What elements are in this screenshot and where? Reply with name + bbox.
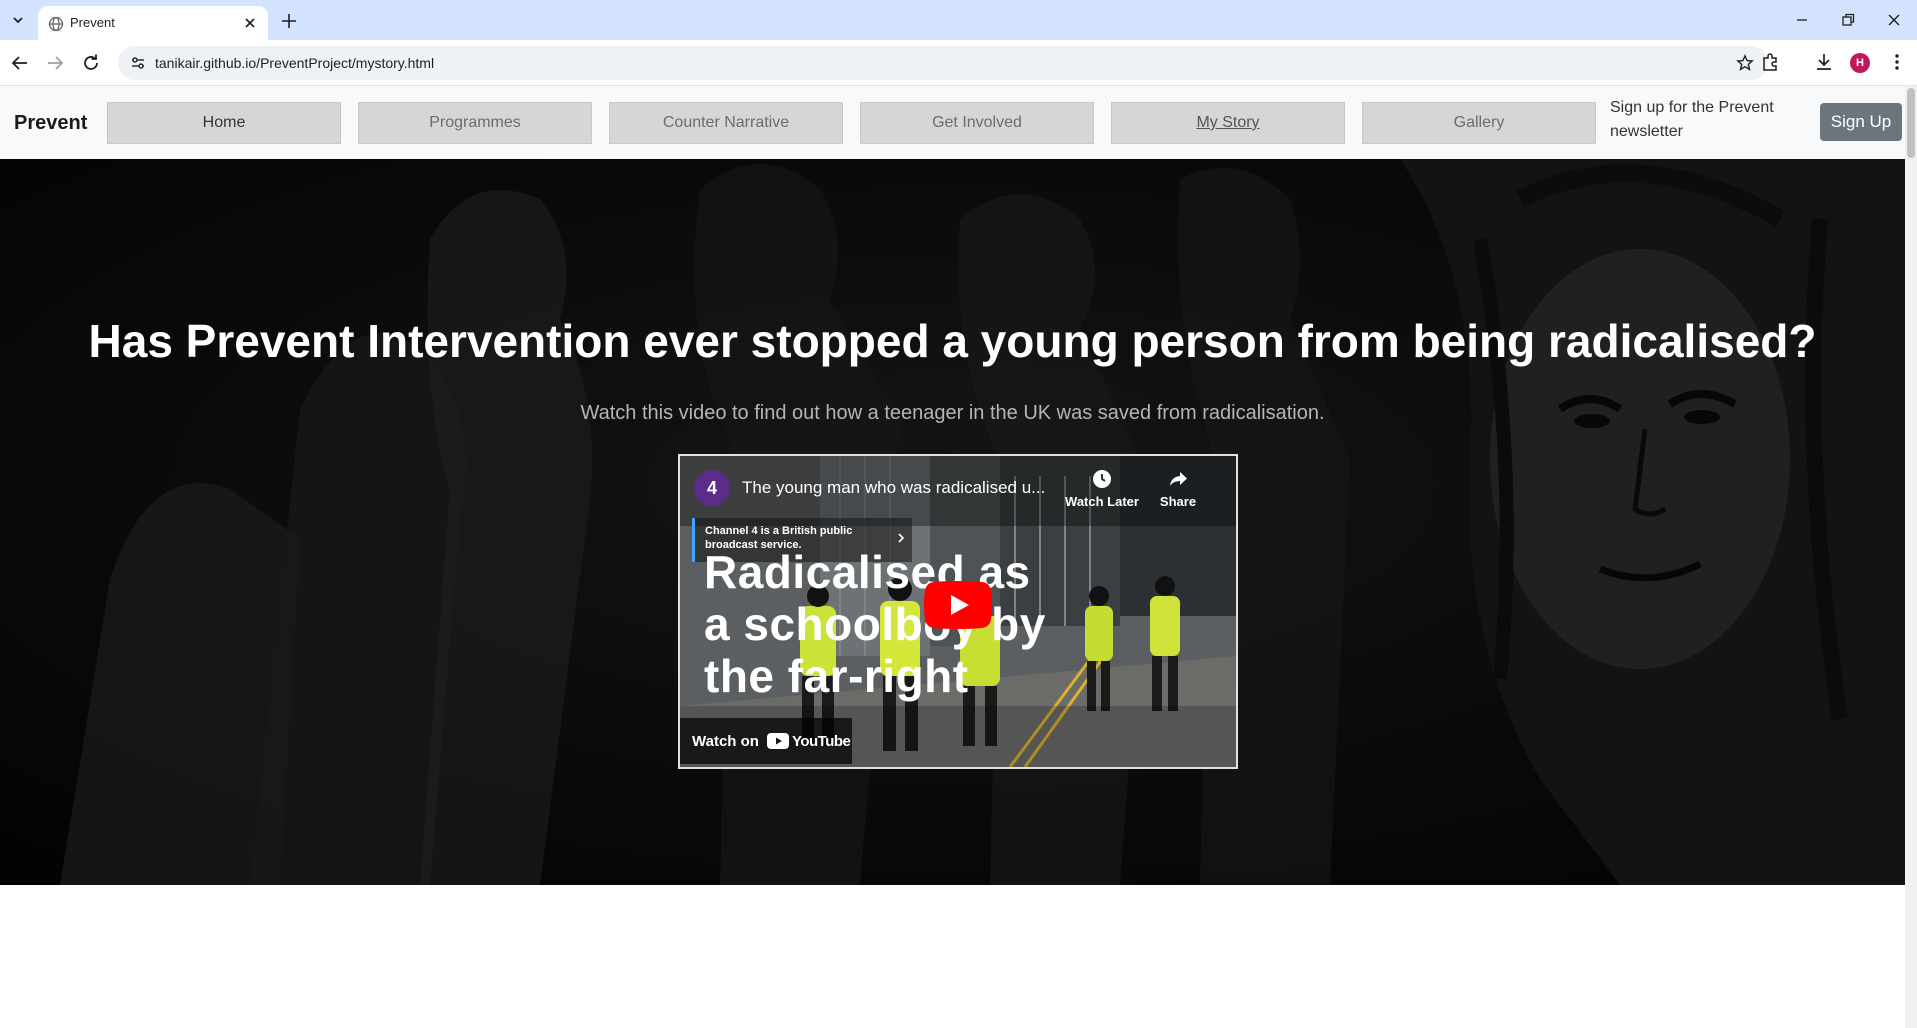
hero-title: Has Prevent Intervention ever stopped a …: [88, 315, 1817, 367]
back-arrow-icon[interactable]: [8, 51, 32, 75]
forward-arrow-icon[interactable]: [43, 51, 67, 75]
youtube-embed[interactable]: 4 The young man who was radicalised u...…: [678, 454, 1238, 769]
watch-on-youtube-button[interactable]: Watch on YouTube: [680, 718, 852, 764]
bookmark-star-icon[interactable]: [1736, 54, 1754, 72]
browser-tab-active[interactable]: Prevent: [38, 6, 268, 40]
tab-title: Prevent: [70, 15, 115, 30]
profile-avatar[interactable]: H: [1850, 53, 1870, 73]
video-title[interactable]: The young man who was radicalised u...: [742, 478, 1062, 498]
browser-tab-bar: Prevent: [0, 0, 1917, 40]
watch-on-label: Watch on: [692, 732, 759, 750]
close-window-icon[interactable]: [1884, 10, 1904, 30]
newsletter-prompt: Sign up for the Prevent newsletter: [1610, 99, 1774, 140]
reload-icon[interactable]: [79, 51, 103, 75]
nav-my-story[interactable]: My Story: [1111, 102, 1345, 144]
nav-home[interactable]: Home: [107, 102, 341, 144]
play-button-icon[interactable]: [924, 581, 992, 629]
channel-avatar[interactable]: 4: [694, 470, 730, 506]
hero-subtitle: Watch this video to find out how a teena…: [580, 402, 1325, 424]
globe-icon: [48, 16, 64, 32]
share-arrow-icon: [1170, 472, 1187, 486]
site-settings-icon[interactable]: [130, 55, 146, 71]
url-text: tanikair.github.io/PreventProject/mystor…: [155, 55, 435, 71]
close-tab-icon[interactable]: [242, 15, 258, 31]
scrollbar-thumb[interactable]: [1907, 88, 1915, 158]
chevron-right-icon: [898, 533, 905, 543]
minimize-window-icon[interactable]: [1792, 10, 1812, 30]
site-navbar: Prevent Home Programmes Counter Narrativ…: [0, 86, 1905, 159]
downloads-icon[interactable]: [1813, 51, 1835, 73]
clock-icon: [1093, 470, 1111, 488]
signup-button[interactable]: Sign Up: [1820, 103, 1902, 141]
nav-programmes[interactable]: Programmes: [358, 102, 592, 144]
hero-section: Has Prevent Intervention ever stopped a …: [0, 159, 1905, 885]
youtube-wordmark: YouTube: [791, 732, 851, 750]
new-tab-plus-icon[interactable]: [278, 10, 300, 32]
watch-later-label: Watch Later: [1065, 494, 1139, 509]
nav-counter-narrative[interactable]: Counter Narrative: [609, 102, 843, 144]
extensions-puzzle-icon[interactable]: [1760, 51, 1782, 73]
youtube-logo: YouTube: [766, 732, 851, 750]
youtube-logo-icon: [766, 733, 789, 749]
video-overlay-text: Radicalised as a schoolboy by the far-ri…: [704, 546, 1046, 702]
tab-search-chevron-icon[interactable]: [6, 8, 30, 32]
nav-get-involved[interactable]: Get Involved: [860, 102, 1094, 144]
browser-menu-icon[interactable]: [1886, 51, 1908, 73]
page-viewport: Prevent Home Programmes Counter Narrativ…: [0, 86, 1917, 1028]
browser-toolbar: tanikair.github.io/PreventProject/mystor…: [0, 40, 1917, 86]
address-bar[interactable]: tanikair.github.io/PreventProject/mystor…: [118, 46, 1768, 80]
share-button[interactable]: Share: [1138, 468, 1218, 509]
page-scrollbar[interactable]: [1905, 86, 1917, 1028]
share-label: Share: [1159, 494, 1197, 509]
watch-later-button[interactable]: Watch Later: [1062, 468, 1142, 509]
brand-logo[interactable]: Prevent: [14, 112, 87, 135]
restore-window-icon[interactable]: [1838, 10, 1858, 30]
nav-gallery[interactable]: Gallery: [1362, 102, 1596, 144]
